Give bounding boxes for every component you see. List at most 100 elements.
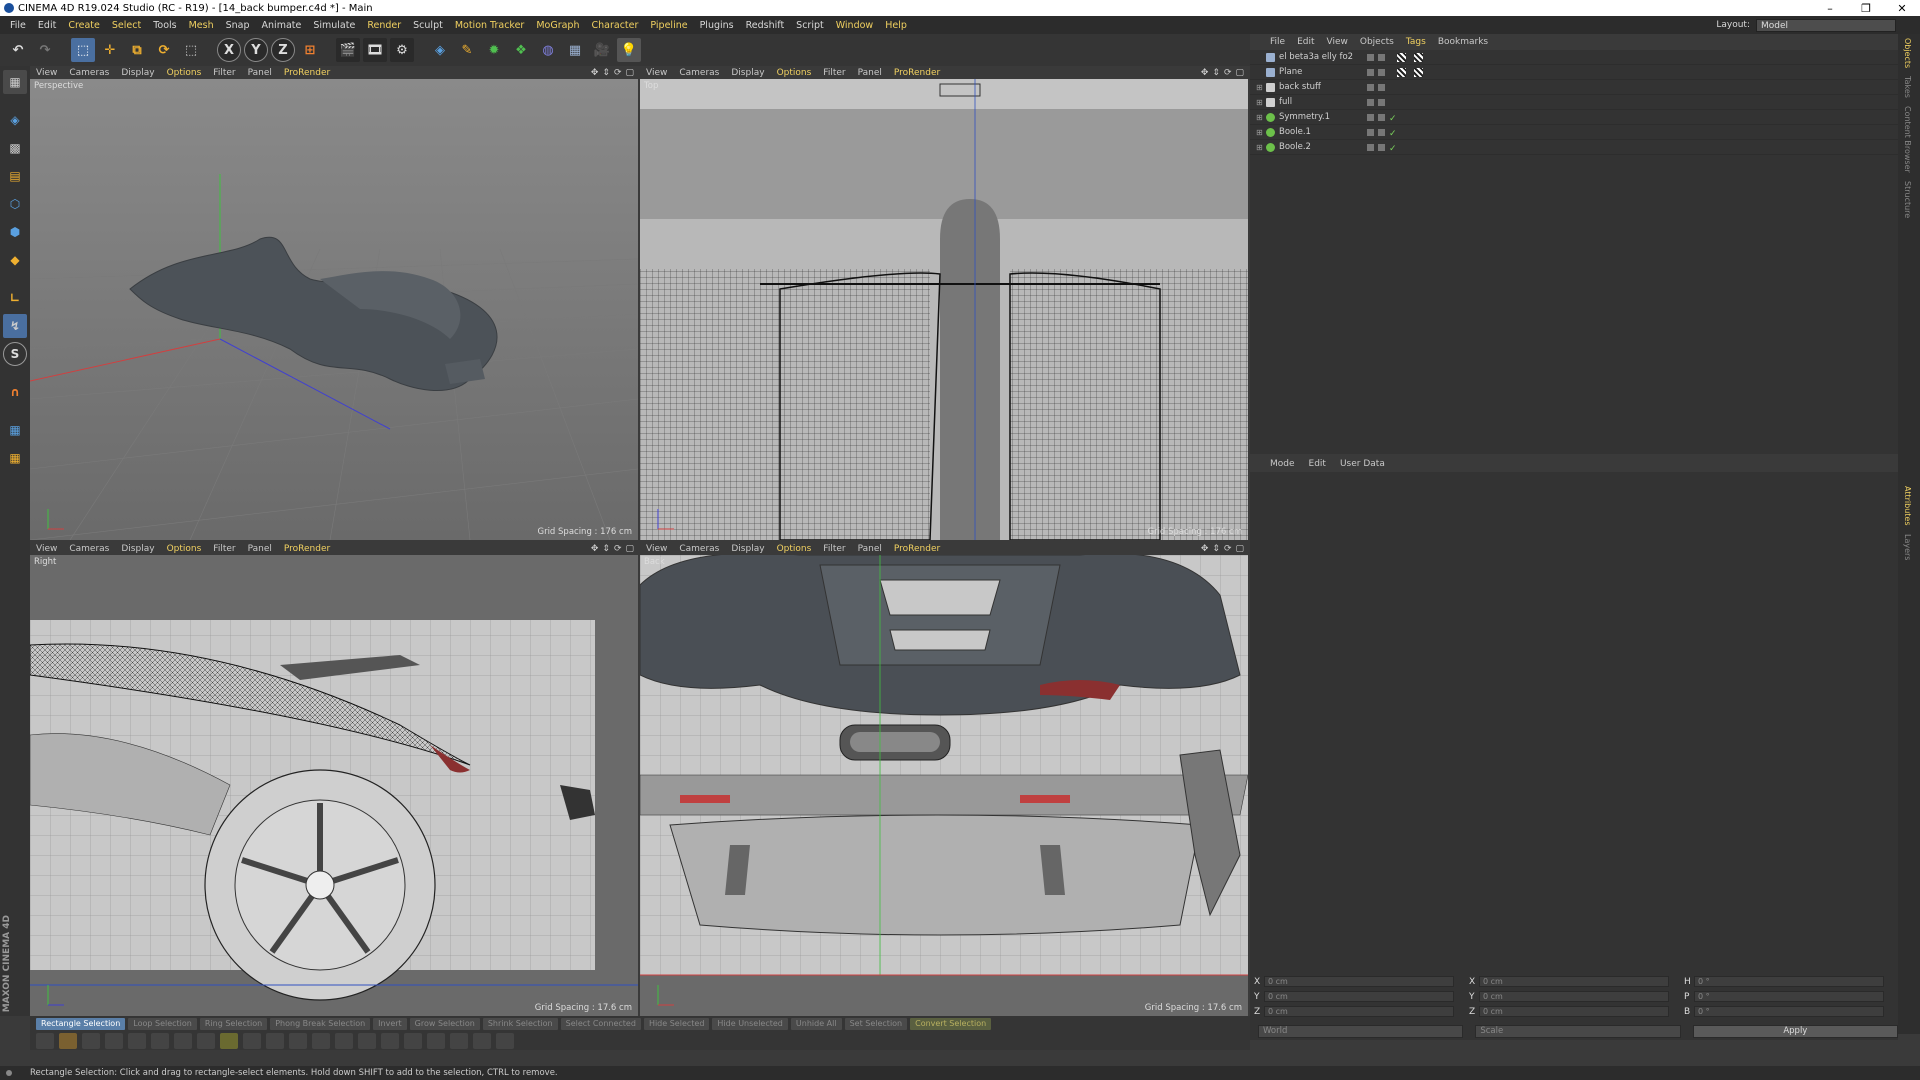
loop-selection-button[interactable]: Loop Selection [128, 1017, 197, 1030]
live-selection-icon[interactable]: ⬚ [71, 38, 95, 62]
object-row[interactable]: ⊞ Boole.2 ✓ [1250, 140, 1898, 155]
expand-icon[interactable]: ⊞ [1256, 98, 1266, 107]
render-flag[interactable] [1378, 143, 1385, 151]
pos-z-field[interactable]: 0 cm [1264, 1006, 1454, 1017]
vp-menu-filter[interactable]: Filter [823, 68, 845, 78]
grow-selection-button[interactable]: Grow Selection [409, 1017, 480, 1030]
viewport-right[interactable]: View Cameras Display Options Filter Pane… [30, 542, 638, 1016]
lock-workplane-icon[interactable]: ▦ [3, 418, 27, 442]
move-view-icon[interactable]: ✥ [1201, 544, 1209, 554]
vp-menu-panel[interactable]: Panel [248, 68, 272, 78]
vp-menu-display[interactable]: Display [121, 544, 154, 554]
y-axis-icon[interactable]: Y [244, 38, 268, 62]
light-icon[interactable]: 💡 [617, 38, 641, 62]
render-flag[interactable] [1378, 128, 1385, 136]
menu-mesh[interactable]: Mesh [183, 20, 220, 31]
object-row[interactable]: el beta3a elly fo2 [1250, 50, 1898, 65]
menu-create[interactable]: Create [62, 20, 106, 31]
om-menu-edit[interactable]: Edit [1297, 37, 1314, 47]
pos-x-field[interactable]: 0 cm [1264, 976, 1454, 987]
rotate-icon[interactable]: ⟳ [152, 38, 176, 62]
om-menu-tags[interactable]: Tags [1406, 37, 1426, 47]
om-menu-objects[interactable]: Objects [1360, 37, 1394, 47]
planar-workplane-icon[interactable]: ▦ [3, 446, 27, 470]
viewport-top[interactable]: View Cameras Display Options Filter Pane… [640, 66, 1248, 540]
visibility-flag[interactable] [1367, 113, 1374, 121]
cloner-icon[interactable]: ❖ [509, 38, 533, 62]
maximize-view-icon[interactable]: ▢ [1235, 544, 1244, 554]
am-menu-edit[interactable]: Edit [1309, 459, 1326, 469]
vp-menu-options[interactable]: Options [777, 68, 812, 78]
menu-character[interactable]: Character [585, 20, 644, 31]
vp-menu-display[interactable]: Display [121, 68, 154, 78]
enabled-check-icon[interactable]: ✓ [1389, 144, 1397, 154]
bevel-icon[interactable] [151, 1032, 169, 1049]
object-row[interactable]: Plane [1250, 65, 1898, 80]
scale-icon[interactable]: ⧉ [125, 38, 149, 62]
material-tag-icon[interactable] [1414, 67, 1423, 77]
convert-selection-button[interactable]: Convert Selection [910, 1017, 992, 1030]
workplane-icon[interactable]: ▤ [3, 164, 27, 188]
tab-layers[interactable]: Layers [1903, 530, 1912, 564]
vp-menu-filter[interactable]: Filter [213, 544, 235, 554]
menu-motion-tracker[interactable]: Motion Tracker [449, 20, 531, 31]
rot-b-field[interactable]: 0 ° [1694, 1006, 1884, 1017]
stitch-icon[interactable] [243, 1032, 261, 1049]
menu-plugins[interactable]: Plugins [694, 20, 740, 31]
cube-icon[interactable]: ◈ [428, 38, 452, 62]
render-flag[interactable] [1378, 53, 1385, 61]
brush-icon[interactable] [59, 1032, 77, 1049]
snap-icon[interactable]: S [3, 342, 27, 366]
move-view-icon[interactable]: ✥ [1201, 68, 1209, 78]
tab-content-browser[interactable]: Content Browser [1903, 102, 1912, 177]
visibility-flag[interactable] [1367, 53, 1374, 61]
iron-icon[interactable] [289, 1032, 307, 1049]
object-row[interactable]: ⊞ back stuff [1250, 80, 1898, 95]
zoom-view-icon[interactable]: ⇕ [602, 68, 610, 78]
move-view-icon[interactable]: ✥ [591, 68, 599, 78]
restore-button[interactable]: ❐ [1848, 2, 1884, 15]
menu-sculpt[interactable]: Sculpt [407, 20, 449, 31]
scale-mode-select[interactable]: Scale [1475, 1025, 1681, 1038]
vp-menu-display[interactable]: Display [731, 544, 764, 554]
vp-menu-panel[interactable]: Panel [858, 544, 882, 554]
vp-menu-panel[interactable]: Panel [858, 68, 882, 78]
render-flag[interactable] [1378, 113, 1385, 121]
vp-menu-view[interactable]: View [646, 68, 667, 78]
weld-icon[interactable] [220, 1032, 238, 1049]
smooth-shift-icon[interactable] [197, 1032, 215, 1049]
axis-mode-icon[interactable]: ∟ [3, 286, 27, 310]
vp-menu-view[interactable]: View [36, 544, 57, 554]
om-menu-file[interactable]: File [1270, 37, 1285, 47]
pos-y-field[interactable]: 0 cm [1264, 991, 1454, 1002]
visibility-flag[interactable] [1367, 68, 1374, 76]
menu-mograph[interactable]: MoGraph [530, 20, 585, 31]
recent-tools-icon[interactable]: ⬚ [179, 38, 203, 62]
vp-menu-panel[interactable]: Panel [248, 544, 272, 554]
menu-select[interactable]: Select [106, 20, 147, 31]
expand-icon[interactable]: ⊞ [1256, 128, 1266, 137]
menu-window[interactable]: Window [830, 20, 879, 31]
hide-selected-button[interactable]: Hide Selected [643, 1017, 710, 1030]
menu-render[interactable]: Render [361, 20, 407, 31]
triangulate-icon[interactable] [496, 1032, 514, 1049]
size-y-field[interactable]: 0 cm [1479, 991, 1669, 1002]
select-connected-button[interactable]: Select Connected [560, 1017, 641, 1030]
tab-attributes[interactable]: Attributes [1903, 482, 1912, 530]
enabled-check-icon[interactable]: ✓ [1389, 114, 1397, 124]
matrix-extrude-icon[interactable] [174, 1032, 192, 1049]
menu-redshift[interactable]: Redshift [740, 20, 791, 31]
extrude-icon[interactable] [105, 1032, 123, 1049]
menu-file[interactable]: File [4, 20, 32, 31]
zoom-view-icon[interactable]: ⇕ [1212, 68, 1220, 78]
zoom-view-icon[interactable]: ⇕ [602, 544, 610, 554]
pen-icon[interactable]: ✎ [455, 38, 479, 62]
vp-menu-options[interactable]: Options [167, 68, 202, 78]
render-flag[interactable] [1378, 83, 1385, 91]
z-axis-icon[interactable]: Z [271, 38, 295, 62]
tweak-mode-icon[interactable]: ↯ [3, 314, 27, 338]
magnet-icon[interactable]: ∩ [3, 380, 27, 404]
expand-icon[interactable]: ⊞ [1256, 113, 1266, 122]
shrink-selection-button[interactable]: Shrink Selection [482, 1017, 558, 1030]
vp-menu-options[interactable]: Options [167, 544, 202, 554]
